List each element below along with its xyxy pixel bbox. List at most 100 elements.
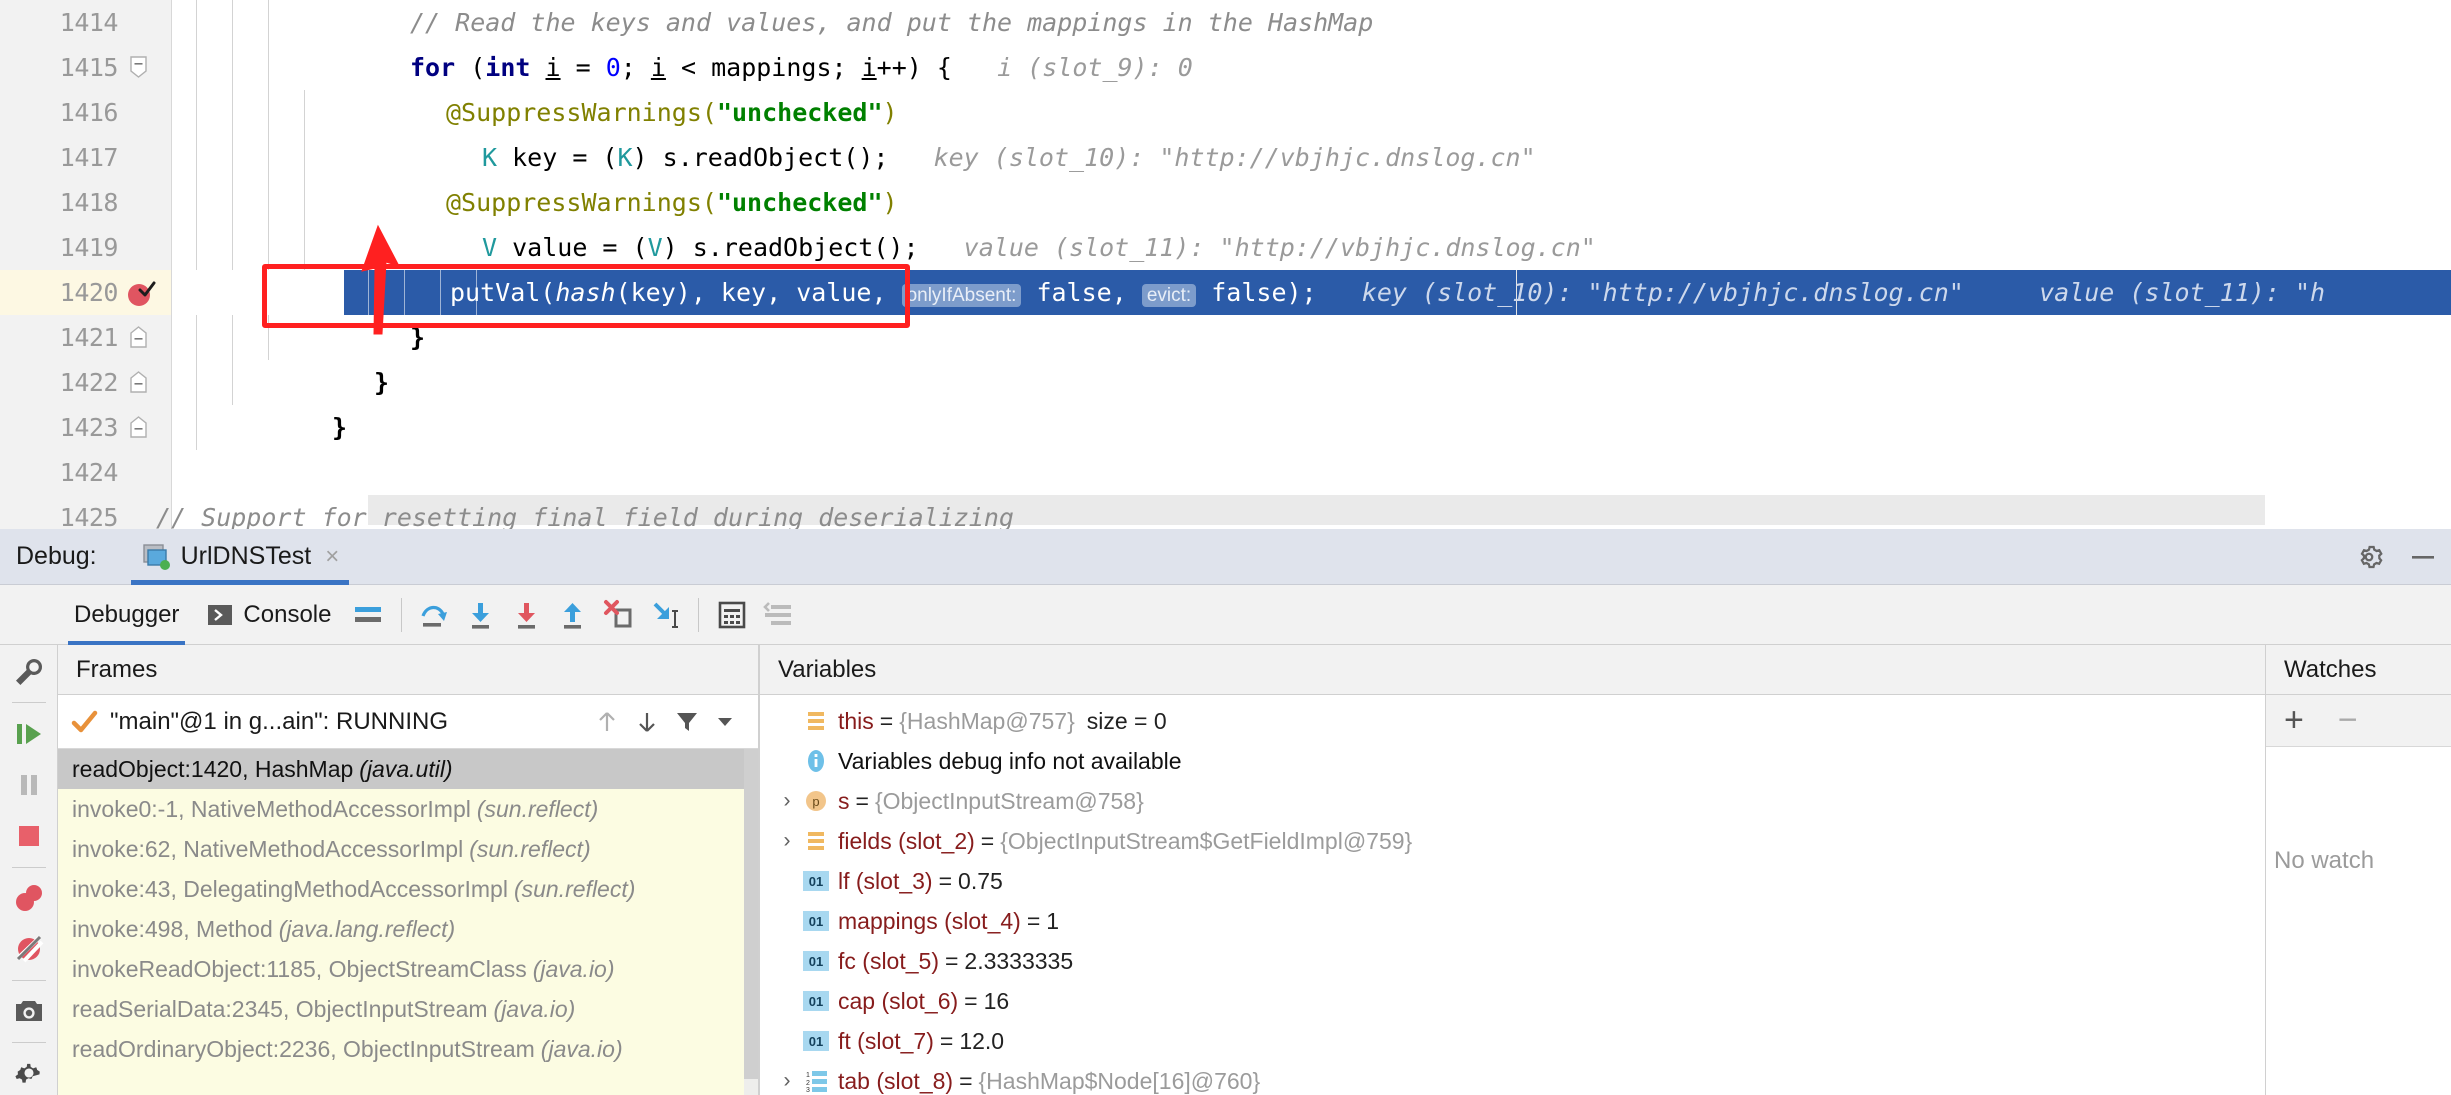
gear-icon[interactable] (2339, 534, 2399, 580)
gutter-icons[interactable] (118, 360, 171, 405)
debugger-panes[interactable]: Frames "main"@1 in g...ain": RUNNING rea… (58, 645, 2451, 1095)
frames-list[interactable]: readObject:1420, HashMap (java.util) inv… (58, 749, 758, 1095)
code-line[interactable]: 1422 } (0, 360, 2451, 405)
gutter[interactable]: 1415 (0, 45, 172, 90)
frames-pane[interactable]: Frames "main"@1 in g...ain": RUNNING rea… (58, 645, 758, 1095)
code-text[interactable] (172, 450, 2451, 495)
gutter-icons[interactable] (118, 315, 171, 360)
variable-row[interactable]: 01 fc (slot_5) = 2.3333335 (760, 941, 2265, 981)
gutter-icons[interactable] (118, 45, 171, 90)
remove-watch-button[interactable]: − (2338, 703, 2358, 737)
minimize-icon[interactable] (2399, 534, 2447, 580)
gutter-icons[interactable] (118, 270, 171, 315)
arrow-down-icon[interactable] (634, 709, 660, 735)
gutter[interactable]: 1414 (0, 0, 172, 45)
code-line-current[interactable]: 1420 putVal(hash(key), key, value, onlyI… (0, 270, 2451, 315)
code-text[interactable]: putVal(hash(key), key, value, onlyIfAbse… (172, 270, 2451, 315)
layout-settings-icon[interactable] (755, 592, 801, 638)
code-text[interactable]: @SuppressWarnings("unchecked") (172, 90, 2451, 135)
tab-debugger[interactable]: Debugger (60, 585, 193, 645)
gutter[interactable]: 1422 (0, 360, 172, 405)
run-to-cursor-icon[interactable] (642, 592, 688, 638)
code-text[interactable]: // Support for resetting final field dur… (156, 495, 2451, 529)
variable-row[interactable]: 01 lf (slot_3) = 0.75 (760, 861, 2265, 901)
settings-wrench-icon[interactable] (5, 650, 53, 693)
code-text[interactable]: } (172, 315, 2451, 360)
debug-left-rail[interactable] (0, 585, 58, 1095)
fold-end-icon[interactable] (130, 416, 147, 438)
mute-breakpoints-icon[interactable] (5, 928, 53, 971)
mute-breakpoints-icon[interactable] (345, 592, 391, 638)
frame-row[interactable]: readSerialData:2345, ObjectInputStream (… (58, 989, 758, 1029)
code-text[interactable]: @SuppressWarnings("unchecked") (172, 180, 2451, 225)
code-line[interactable]: 1416 @SuppressWarnings("unchecked") (0, 90, 2451, 135)
frame-row[interactable]: invoke:43, DelegatingMethodAccessorImpl … (58, 869, 758, 909)
frames-tools[interactable] (594, 709, 746, 735)
code-line[interactable]: 1424 (0, 450, 2451, 495)
expand-chevron[interactable]: › (774, 829, 800, 853)
code-text[interactable]: K key = (K) s.readObject(); key (slot_10… (172, 135, 2451, 180)
arrow-up-icon[interactable] (594, 709, 620, 735)
watches-toolbar[interactable]: + − (2266, 695, 2451, 747)
gutter-current[interactable]: 1420 (0, 270, 172, 315)
scrollbar-thumb[interactable] (744, 749, 758, 1079)
code-text[interactable]: // Read the keys and values, and put the… (172, 0, 2451, 45)
variable-row[interactable]: 01 ft (slot_7) = 12.0 (760, 1021, 2265, 1061)
pause-program-icon[interactable] (5, 763, 53, 806)
screenshot-icon[interactable] (5, 990, 53, 1033)
code-text[interactable]: for (int i = 0; i < mappings; i++) { i (… (172, 45, 2451, 90)
titlebar-actions[interactable] (2339, 529, 2451, 585)
expand-chevron[interactable]: › (774, 789, 800, 813)
gutter[interactable]: 1425 (0, 495, 172, 529)
variable-row[interactable]: › 1 2 3 tab (slot_8) = {HashMap$Node[16]… (760, 1061, 2265, 1095)
code-editor[interactable]: 1414 // Read the keys and values, and pu… (0, 0, 2451, 529)
code-text[interactable]: } (172, 405, 2451, 450)
fold-end-icon[interactable] (130, 326, 147, 348)
gutter[interactable]: 1423 (0, 405, 172, 450)
step-out-icon[interactable] (550, 592, 596, 638)
evaluate-expression-icon[interactable] (709, 592, 755, 638)
code-line[interactable]: 1417 K key = (K) s.readObject(); key (sl… (0, 135, 2451, 180)
code-text[interactable]: V value = (V) s.readObject(); value (slo… (172, 225, 2451, 270)
debug-tool-window[interactable]: Debug: UrlDNSTest × Debugger Console Fra… (0, 529, 2451, 1095)
code-line[interactable]: 1421 } (0, 315, 2451, 360)
gutter[interactable]: 1416 (0, 90, 172, 135)
debugger-toolbar[interactable]: Debugger Console (0, 585, 2451, 645)
add-watch-button[interactable]: + (2284, 703, 2304, 737)
gutter[interactable]: 1421 (0, 315, 172, 360)
gutter[interactable]: 1419 (0, 225, 172, 270)
gutter-icons[interactable] (118, 225, 171, 270)
step-over-icon[interactable] (412, 592, 458, 638)
gutter[interactable]: 1417 (0, 135, 172, 180)
gutter-icons[interactable] (118, 135, 171, 180)
force-step-into-icon[interactable] (504, 592, 550, 638)
gutter-icons[interactable] (118, 180, 171, 225)
variable-row[interactable]: 01 mappings (slot_4) = 1 (760, 901, 2265, 941)
expand-chevron[interactable]: › (774, 1069, 800, 1093)
debug-session-tab[interactable]: UrlDNSTest × (130, 529, 350, 585)
code-line[interactable]: 1414 // Read the keys and values, and pu… (0, 0, 2451, 45)
filter-icon[interactable] (674, 709, 700, 735)
stop-program-icon[interactable] (5, 815, 53, 858)
gutter-icons[interactable] (118, 90, 171, 135)
gutter[interactable]: 1418 (0, 180, 172, 225)
variable-row[interactable]: 01 cap (slot_6) = 16 (760, 981, 2265, 1021)
code-line[interactable]: 1419 V value = (V) s.readObject(); value… (0, 225, 2451, 270)
variables-pane[interactable]: Variables this = {HashMap@757} size = 0 (760, 645, 2265, 1095)
view-breakpoints-icon[interactable] (5, 877, 53, 920)
drop-frame-icon[interactable] (596, 592, 642, 638)
frame-row[interactable]: invoke:498, Method (java.lang.reflect) (58, 909, 758, 949)
code-line[interactable]: 1415 for (int i = 0; i < mappings; i++) … (0, 45, 2451, 90)
frame-row[interactable]: invokeReadObject:1185, ObjectStreamClass… (58, 949, 758, 989)
tab-console[interactable]: Console (193, 585, 345, 645)
thread-selector[interactable]: "main"@1 in g...ain": RUNNING (58, 695, 758, 749)
watches-pane[interactable]: Watches + − No watch (2265, 645, 2451, 1095)
gutter-icons[interactable] (118, 405, 171, 450)
frame-row[interactable]: readOrdinaryObject:2236, ObjectInputStre… (58, 1029, 758, 1069)
frame-row[interactable]: invoke:62, NativeMethodAccessorImpl (sun… (58, 829, 758, 869)
variable-row[interactable]: › fields (slot_2) = {ObjectInputStream$G… (760, 821, 2265, 861)
close-icon[interactable]: × (325, 543, 339, 571)
frame-row[interactable]: readObject:1420, HashMap (java.util) (58, 749, 758, 789)
code-line[interactable]: 1425 // Support for resetting final fiel… (0, 495, 2451, 529)
fold-end-icon[interactable] (130, 371, 147, 393)
